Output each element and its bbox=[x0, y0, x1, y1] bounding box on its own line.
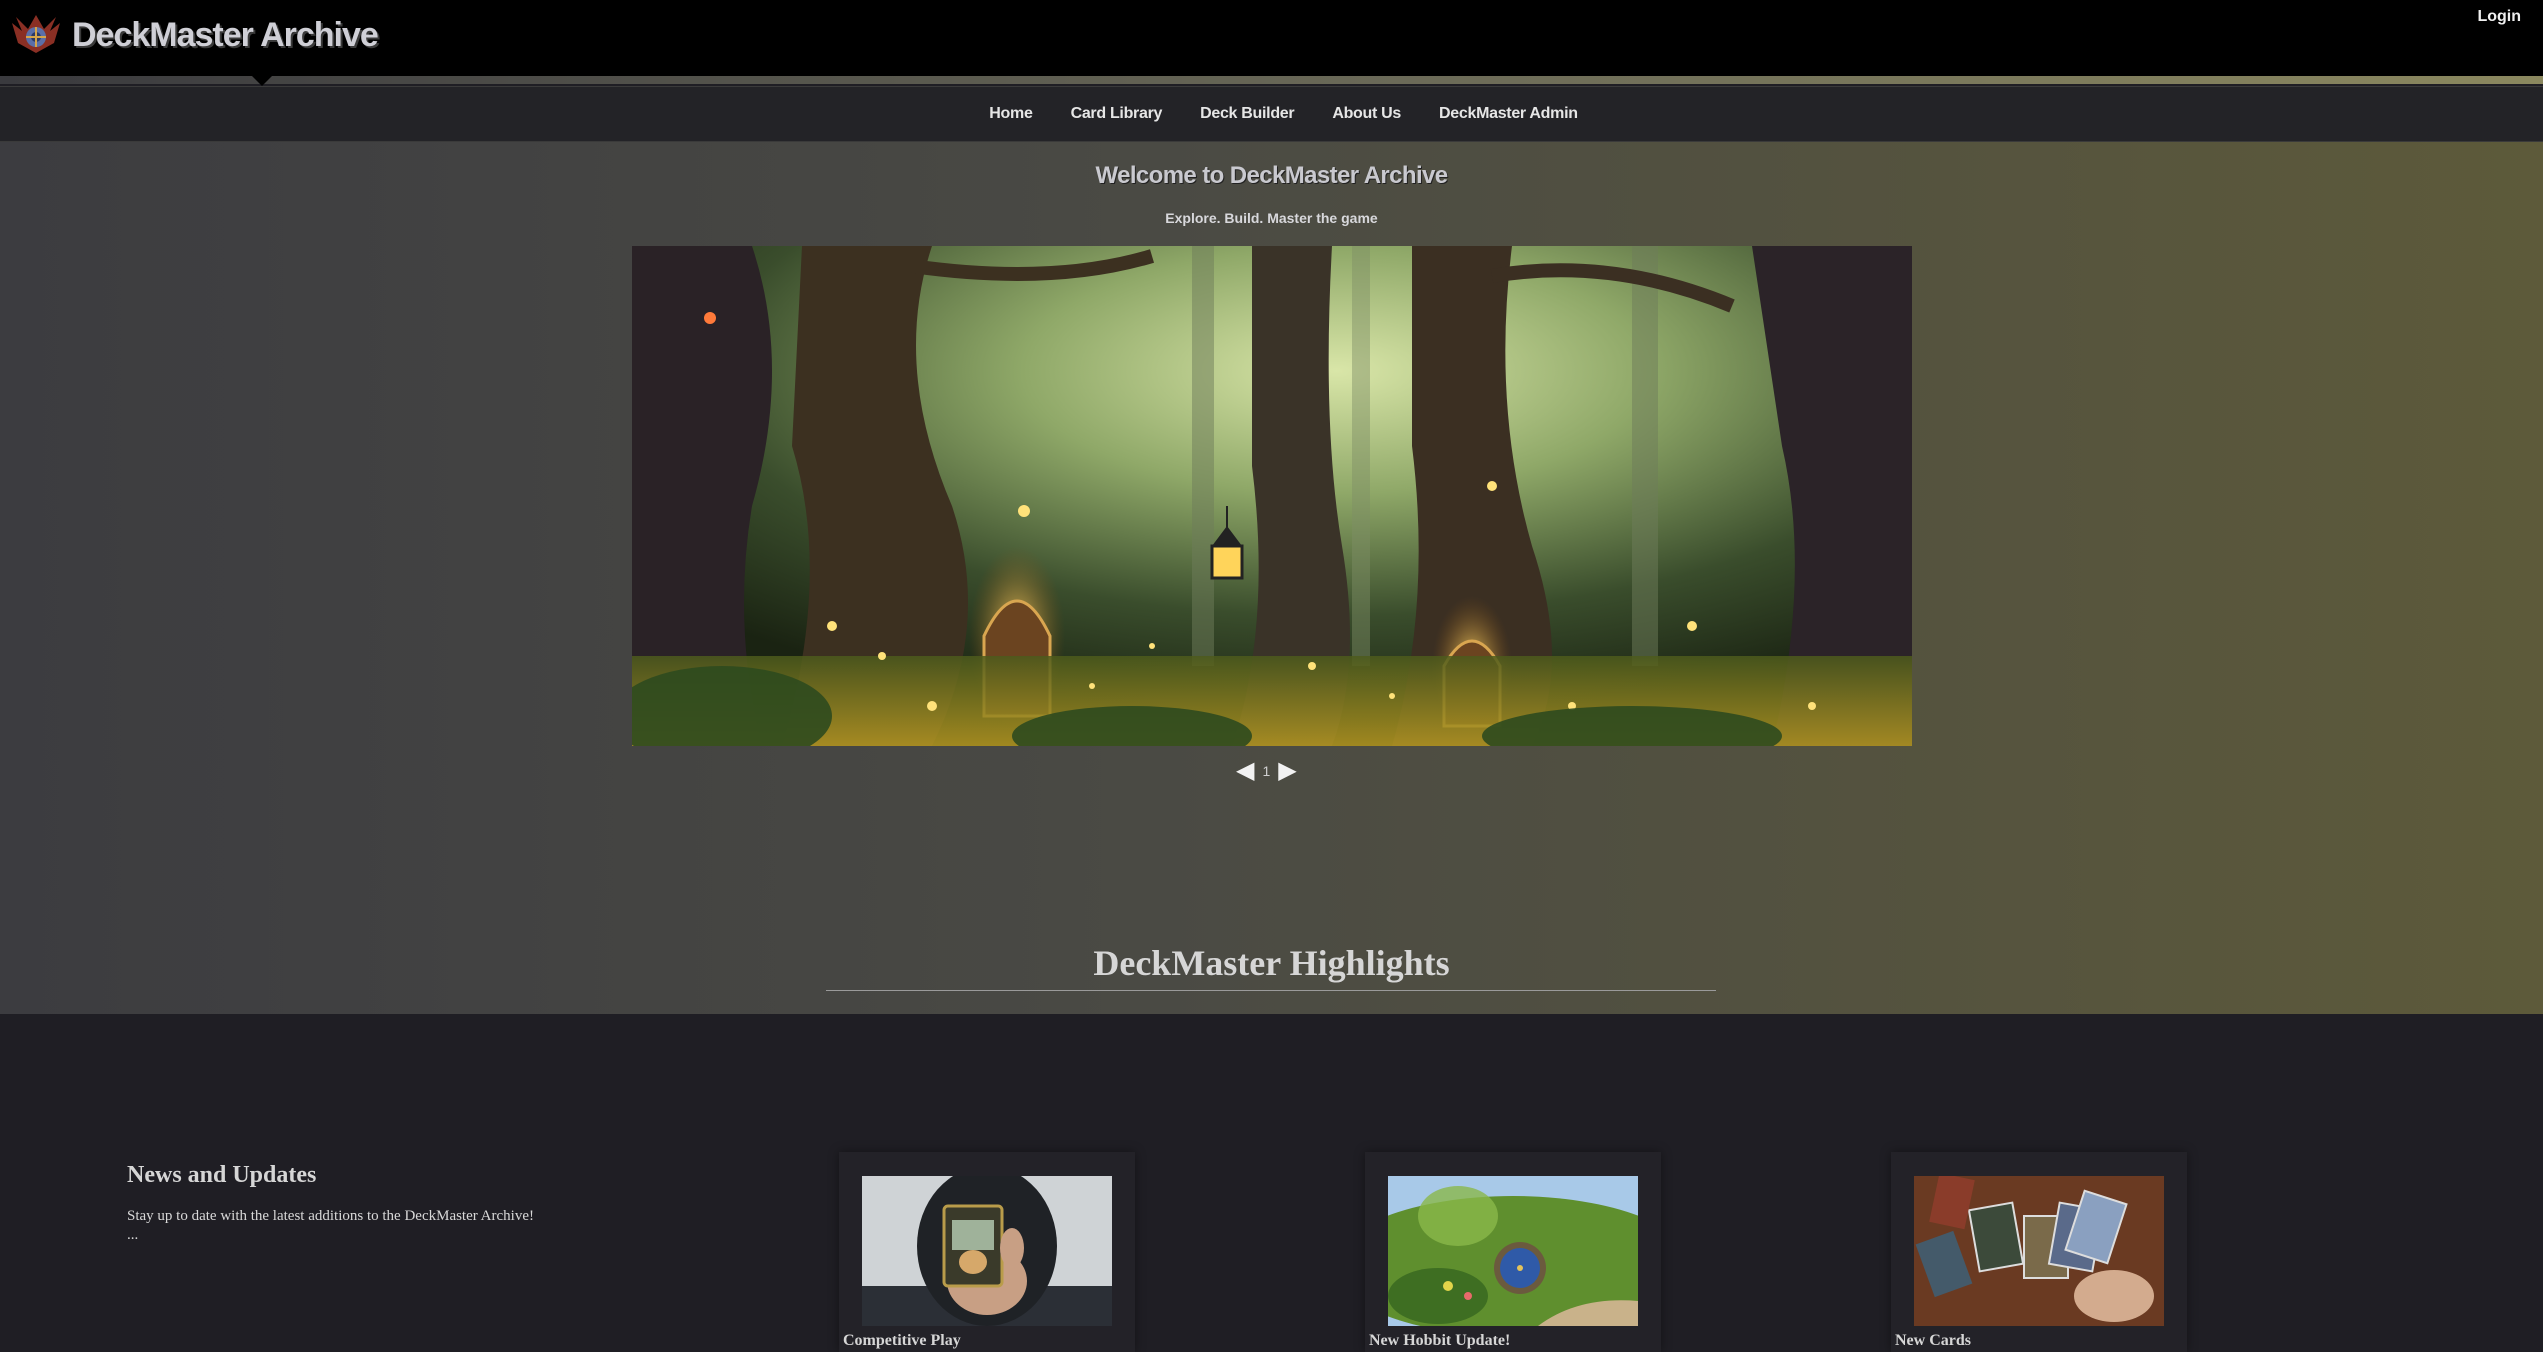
nav-deckmaster-admin[interactable]: DeckMaster Admin bbox=[1439, 105, 1578, 123]
highlights-divider bbox=[826, 990, 1716, 991]
news-title: News and Updates bbox=[127, 1162, 317, 1188]
brand-logo-icon bbox=[12, 15, 60, 53]
carousel-page-number: 1 bbox=[1262, 763, 1271, 779]
top-bar: DeckMaster Archive Login bbox=[0, 0, 2543, 76]
card-image-hand-of-cards bbox=[1914, 1176, 2164, 1326]
brand[interactable]: DeckMaster Archive bbox=[8, 12, 379, 58]
hero-carousel-image bbox=[632, 246, 1912, 746]
highlight-card-new-cards[interactable]: New Cards bbox=[1891, 1152, 2187, 1352]
header-notch bbox=[252, 76, 272, 86]
news-text: Stay up to date with the latest addition… bbox=[127, 1208, 534, 1243]
card-image-hobbit-hole bbox=[1388, 1176, 1638, 1326]
card-label: New Hobbit Update! bbox=[1369, 1332, 1511, 1349]
nav-about-us[interactable]: About Us bbox=[1332, 105, 1401, 123]
brand-title: DeckMaster Archive bbox=[72, 15, 379, 54]
hero-section: Welcome to DeckMaster Archive Explore. B… bbox=[0, 142, 2543, 1014]
nav-deck-builder[interactable]: Deck Builder bbox=[1200, 105, 1295, 123]
nav-home[interactable]: Home bbox=[989, 105, 1033, 123]
highlight-card-hobbit-update[interactable]: New Hobbit Update! bbox=[1365, 1152, 1661, 1352]
carousel-next-arrow-icon[interactable]: ▶ bbox=[1278, 759, 1296, 783]
main-nav: Home Card Library Deck Builder About Us … bbox=[0, 86, 2543, 142]
enchanted-forest-illustration bbox=[632, 246, 1912, 746]
carousel-prev-arrow-icon[interactable]: ◀ bbox=[1236, 759, 1254, 783]
card-image-person-holding-card bbox=[862, 1176, 1112, 1326]
login-link[interactable]: Login bbox=[2477, 8, 2521, 26]
hero-title: Welcome to DeckMaster Archive bbox=[1095, 162, 1448, 189]
highlight-card-competitive-play[interactable]: Competitive Play bbox=[839, 1152, 1135, 1352]
highlights-title: DeckMaster Highlights bbox=[1093, 943, 1450, 983]
hero-subtitle: Explore. Build. Master the game bbox=[1165, 210, 1378, 226]
carousel-pager: ◀ 1 ▶ bbox=[1236, 756, 1297, 786]
card-label: Competitive Play bbox=[843, 1332, 961, 1349]
news-block: News and Updates Stay up to date with th… bbox=[127, 1162, 547, 1245]
highlights-section: News and Updates Stay up to date with th… bbox=[0, 1014, 2543, 1352]
card-label: New Cards bbox=[1895, 1332, 1971, 1349]
header-accent-bar bbox=[0, 76, 2543, 84]
nav-card-library[interactable]: Card Library bbox=[1071, 105, 1163, 123]
